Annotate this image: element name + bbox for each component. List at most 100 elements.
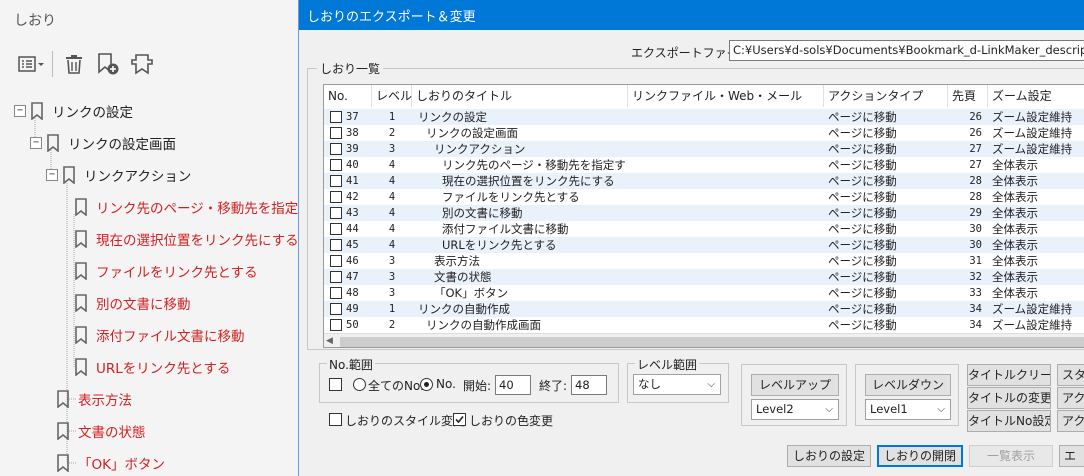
column-header[interactable]: 先頁 <box>948 85 988 107</box>
delete-bookmark-button[interactable] <box>57 49 91 79</box>
collapse-icon[interactable]: − <box>14 105 26 117</box>
row-checkbox[interactable] <box>330 239 342 251</box>
table-row[interactable]: 47 3 文書の状態 ページに移動 32 全体表示 <box>324 269 1084 285</box>
tree-item[interactable]: リンク先のページ・移動先を指定する <box>74 195 325 219</box>
cell-action: ページに移動 <box>828 254 897 268</box>
table-row[interactable]: 50 2 リンクの自動作成画面 ページに移動 34 ズーム設定維持 <box>324 317 1084 333</box>
row-checkbox[interactable] <box>330 287 342 299</box>
cell-action: ページに移動 <box>828 126 897 140</box>
row-checkbox[interactable] <box>330 191 342 203</box>
title-change-button[interactable]: タイトルの変更 <box>967 387 1051 409</box>
level-up-button[interactable]: レベルアップ <box>751 374 839 396</box>
tree-item[interactable]: 「OK」ボタン <box>56 451 165 475</box>
bookmark-icon <box>56 454 70 472</box>
tree-item-label: リンクアクション <box>84 169 192 185</box>
collapse-icon[interactable]: − <box>46 169 58 181</box>
scroll-left-icon[interactable]: ◀ <box>326 336 333 346</box>
bookmark-open-close-button[interactable]: しおりの開閉 <box>877 445 963 467</box>
column-header[interactable]: アクションタイプ <box>824 85 948 107</box>
column-header[interactable]: No. <box>324 85 372 107</box>
cell-no: 40 <box>346 159 359 171</box>
no-radio[interactable] <box>420 378 433 391</box>
level-down-select[interactable]: Level1 ⌵ <box>865 399 951 420</box>
cell-action: ページに移動 <box>828 270 897 284</box>
end-no-input[interactable]: 48 <box>571 375 607 395</box>
row-checkbox[interactable] <box>330 175 342 187</box>
cell-zoom: 全体表示 <box>992 238 1038 252</box>
tree-item[interactable]: 別の文書に移動 <box>74 291 191 315</box>
export-file-field[interactable]: C:¥Users¥d-sols¥Documents¥Bookmark_d-Lin… <box>729 40 1084 61</box>
list-view-button[interactable]: 一覧表示 <box>969 445 1053 467</box>
cell-page: 29 <box>969 207 982 219</box>
tree-item[interactable]: ファイルをリンク先とする <box>74 259 258 283</box>
table-row[interactable]: 46 3 表示方法 ページに移動 31 全体表示 <box>324 253 1084 269</box>
cell-level: 3 <box>388 271 396 283</box>
no-radio-label: No. <box>436 377 456 391</box>
no-range-checkbox[interactable] <box>329 378 342 391</box>
options-menu-button[interactable] <box>14 49 48 79</box>
table-row[interactable]: 39 3 リンクアクション ページに移動 27 ズーム設定維持 <box>324 141 1084 157</box>
table-row[interactable]: 44 4 添付ファイル文書に移動 ページに移動 30 全体表示 <box>324 221 1084 237</box>
column-header[interactable]: しおりのタイトル <box>412 85 628 107</box>
color-change-checkbox[interactable] <box>453 413 466 426</box>
action-button-1[interactable]: アクシ <box>1057 387 1084 409</box>
tree-item[interactable]: 添付ファイル文書に移動 <box>74 323 245 347</box>
level-up-select[interactable]: Level2 ⌵ <box>751 399 839 420</box>
cell-title: 「OK」ボタン <box>434 286 509 300</box>
cell-action: ページに移動 <box>828 302 897 316</box>
row-checkbox[interactable] <box>330 223 342 235</box>
cell-no: 50 <box>346 319 359 331</box>
table-row[interactable]: 37 1 リンクの設定 ページに移動 26 ズーム設定維持 <box>324 109 1084 125</box>
tree-item[interactable]: 文書の状態 <box>56 419 146 443</box>
tree-item[interactable]: − リンクアクション <box>46 163 191 187</box>
dialog-titlebar[interactable]: しおりのエクスポート＆変更 <box>299 0 1084 30</box>
level-down-value: Level1 <box>870 402 908 416</box>
bookmark-settings-button[interactable]: しおりの設定 <box>787 445 871 467</box>
start-no-input[interactable]: 40 <box>495 375 531 395</box>
cell-action: ページに移動 <box>828 158 897 172</box>
cell-no: 45 <box>346 239 359 251</box>
row-checkbox[interactable] <box>330 319 342 331</box>
table-row[interactable]: 43 4 別の文書に移動 ページに移動 29 全体表示 <box>324 205 1084 221</box>
title-no-setting-button[interactable]: タイトルNo設定 <box>967 410 1051 432</box>
table-row[interactable]: 40 4 リンク先のページ・移動先を指定する ページに移動 27 全体表示 <box>324 157 1084 173</box>
style-change-checkbox[interactable] <box>329 413 342 426</box>
title-clean-button[interactable]: タイトルクリーン <box>967 364 1051 386</box>
table-row[interactable]: 41 4 現在の選択位置をリンク先にする ページに移動 28 全体表示 <box>324 173 1084 189</box>
column-header[interactable]: リンクファイル・Web・メール <box>628 85 824 107</box>
tree-item[interactable]: URLをリンク先とする <box>74 355 230 379</box>
export-button[interactable]: エ <box>1059 445 1084 467</box>
horizontal-scrollbar[interactable]: ◀ <box>324 333 1084 347</box>
all-no-radio[interactable] <box>353 378 366 391</box>
row-checkbox[interactable] <box>330 159 342 171</box>
action-button-2[interactable]: アクシ <box>1057 410 1084 432</box>
row-checkbox[interactable] <box>330 271 342 283</box>
table-row[interactable]: 48 3 「OK」ボタン ページに移動 33 全体表示 <box>324 285 1084 301</box>
table-row[interactable]: 49 1 リンクの自動作成 ページに移動 34 ズーム設定維持 <box>324 301 1084 317</box>
bookmark-tag-button[interactable] <box>125 49 159 79</box>
row-checkbox[interactable] <box>330 111 342 123</box>
level-down-button[interactable]: レベルダウン <box>865 374 951 396</box>
scrollbar-thumb[interactable] <box>340 337 1084 347</box>
column-header[interactable]: ズーム設定 <box>988 85 1084 107</box>
row-checkbox[interactable] <box>330 127 342 139</box>
new-bookmark-button[interactable] <box>91 49 125 79</box>
row-checkbox[interactable] <box>330 143 342 155</box>
table-row[interactable]: 45 4 URLをリンク先とする ページに移動 30 全体表示 <box>324 237 1084 253</box>
cell-level: 4 <box>388 239 396 251</box>
row-checkbox[interactable] <box>330 255 342 267</box>
style-button[interactable]: スタ <box>1057 364 1084 386</box>
tree-item[interactable]: − リンクの設定 <box>14 99 133 123</box>
tree-item[interactable]: 表示方法 <box>56 387 132 411</box>
collapse-icon[interactable]: − <box>30 137 42 149</box>
cell-title: リンクの設定画面 <box>426 126 518 140</box>
row-checkbox[interactable] <box>330 303 342 315</box>
level-range-select[interactable]: なし ⌵ <box>633 374 721 395</box>
table-row[interactable]: 42 4 ファイルをリンク先とする ページに移動 28 全体表示 <box>324 189 1084 205</box>
column-header[interactable]: レベル <box>372 85 412 107</box>
table-row[interactable]: 38 2 リンクの設定画面 ページに移動 26 ズーム設定維持 <box>324 125 1084 141</box>
tree-item-label: 添付ファイル文書に移動 <box>96 329 245 345</box>
tree-item[interactable]: 現在の選択位置をリンク先にする <box>74 227 299 251</box>
tree-item[interactable]: − リンクの設定画面 <box>30 131 176 155</box>
row-checkbox[interactable] <box>330 207 342 219</box>
